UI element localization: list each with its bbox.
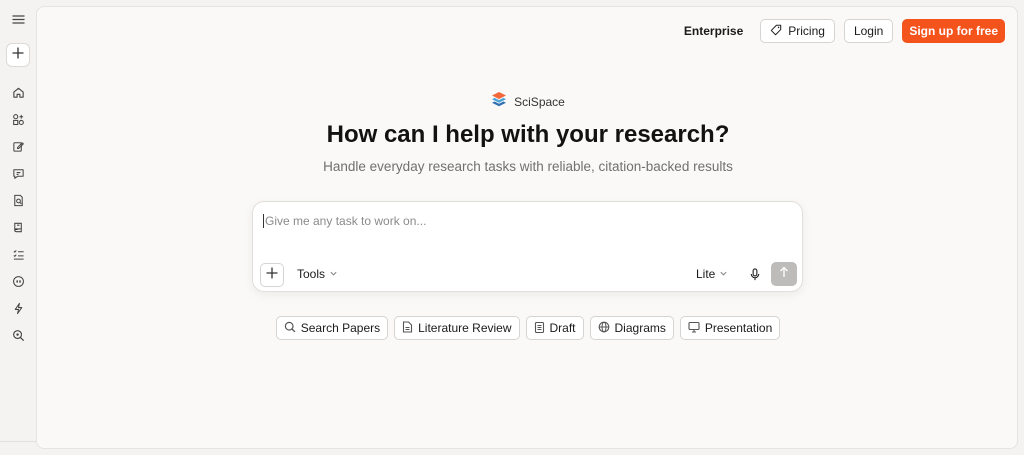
chip-label: Presentation — [704, 321, 773, 335]
microphone-icon[interactable] — [746, 265, 764, 283]
chip-label: Search Papers — [300, 321, 381, 335]
chip-label: Diagrams — [614, 321, 666, 335]
attach-button[interactable] — [260, 263, 284, 287]
list-icon[interactable] — [7, 243, 29, 265]
login-button[interactable]: Login — [843, 19, 894, 43]
mode-label: Lite — [696, 267, 716, 281]
tag-icon — [770, 24, 782, 39]
chip-draft[interactable]: Draft — [525, 316, 584, 340]
page-subtitle: Handle everyday research tasks with reli… — [323, 159, 733, 174]
monitor-icon — [688, 321, 700, 336]
chip-label: Draft — [549, 321, 576, 335]
document-icon — [402, 320, 413, 336]
mode-dropdown[interactable]: Lite — [696, 267, 728, 281]
search-zoom-icon[interactable] — [7, 324, 29, 346]
apps-icon[interactable] — [7, 108, 29, 130]
task-composer: Give me any task to work on... Tools Lit… — [252, 201, 803, 292]
chip-search-papers[interactable]: Search Papers — [275, 316, 389, 340]
library-icon[interactable] — [7, 216, 29, 238]
send-button[interactable] — [771, 262, 797, 286]
sidebar-nav — [7, 81, 29, 346]
clipboard-icon — [534, 321, 545, 336]
main-panel: Enterprise Pricing Login Sign up for fre… — [36, 6, 1018, 449]
lightning-icon[interactable] — [7, 297, 29, 319]
signup-button[interactable]: Sign up for free — [902, 19, 1005, 43]
arrow-up-icon — [779, 265, 789, 283]
brand: SciSpace — [37, 91, 1019, 113]
sidebar — [0, 0, 36, 455]
enterprise-link[interactable]: Enterprise — [676, 24, 751, 38]
chip-literature-review[interactable]: Literature Review — [394, 316, 520, 340]
chat-icon[interactable] — [7, 162, 29, 184]
menu-icon[interactable] — [7, 8, 29, 30]
chevron-down-icon — [719, 267, 728, 281]
tools-dropdown[interactable]: Tools — [297, 267, 338, 281]
chip-diagrams[interactable]: Diagrams — [589, 316, 674, 340]
plus-icon — [266, 266, 278, 284]
page-title: How can I help with your research? — [326, 121, 730, 148]
pricing-label: Pricing — [788, 24, 825, 38]
globe-icon — [598, 321, 610, 336]
sidebar-divider — [0, 441, 36, 442]
search-icon — [284, 321, 296, 336]
chip-presentation[interactable]: Presentation — [679, 316, 781, 340]
new-chat-button[interactable] — [6, 43, 30, 67]
plus-icon — [12, 46, 24, 64]
top-nav: Enterprise Pricing Login Sign up for fre… — [676, 19, 1005, 43]
doc-search-icon[interactable] — [7, 189, 29, 211]
tools-label: Tools — [297, 267, 326, 281]
chip-label: Literature Review — [418, 321, 512, 335]
home-icon[interactable] — [7, 81, 29, 103]
scispace-logo-icon — [491, 91, 507, 113]
task-input[interactable]: Give me any task to work on... — [263, 214, 783, 228]
edit-icon[interactable] — [7, 135, 29, 157]
chevron-down-icon — [329, 267, 338, 281]
pricing-button[interactable]: Pricing — [760, 19, 835, 43]
quick-actions: Search Papers Literature Review Draft Di… — [37, 316, 1019, 340]
brand-name: SciSpace — [514, 95, 565, 109]
citation-icon[interactable] — [7, 270, 29, 292]
